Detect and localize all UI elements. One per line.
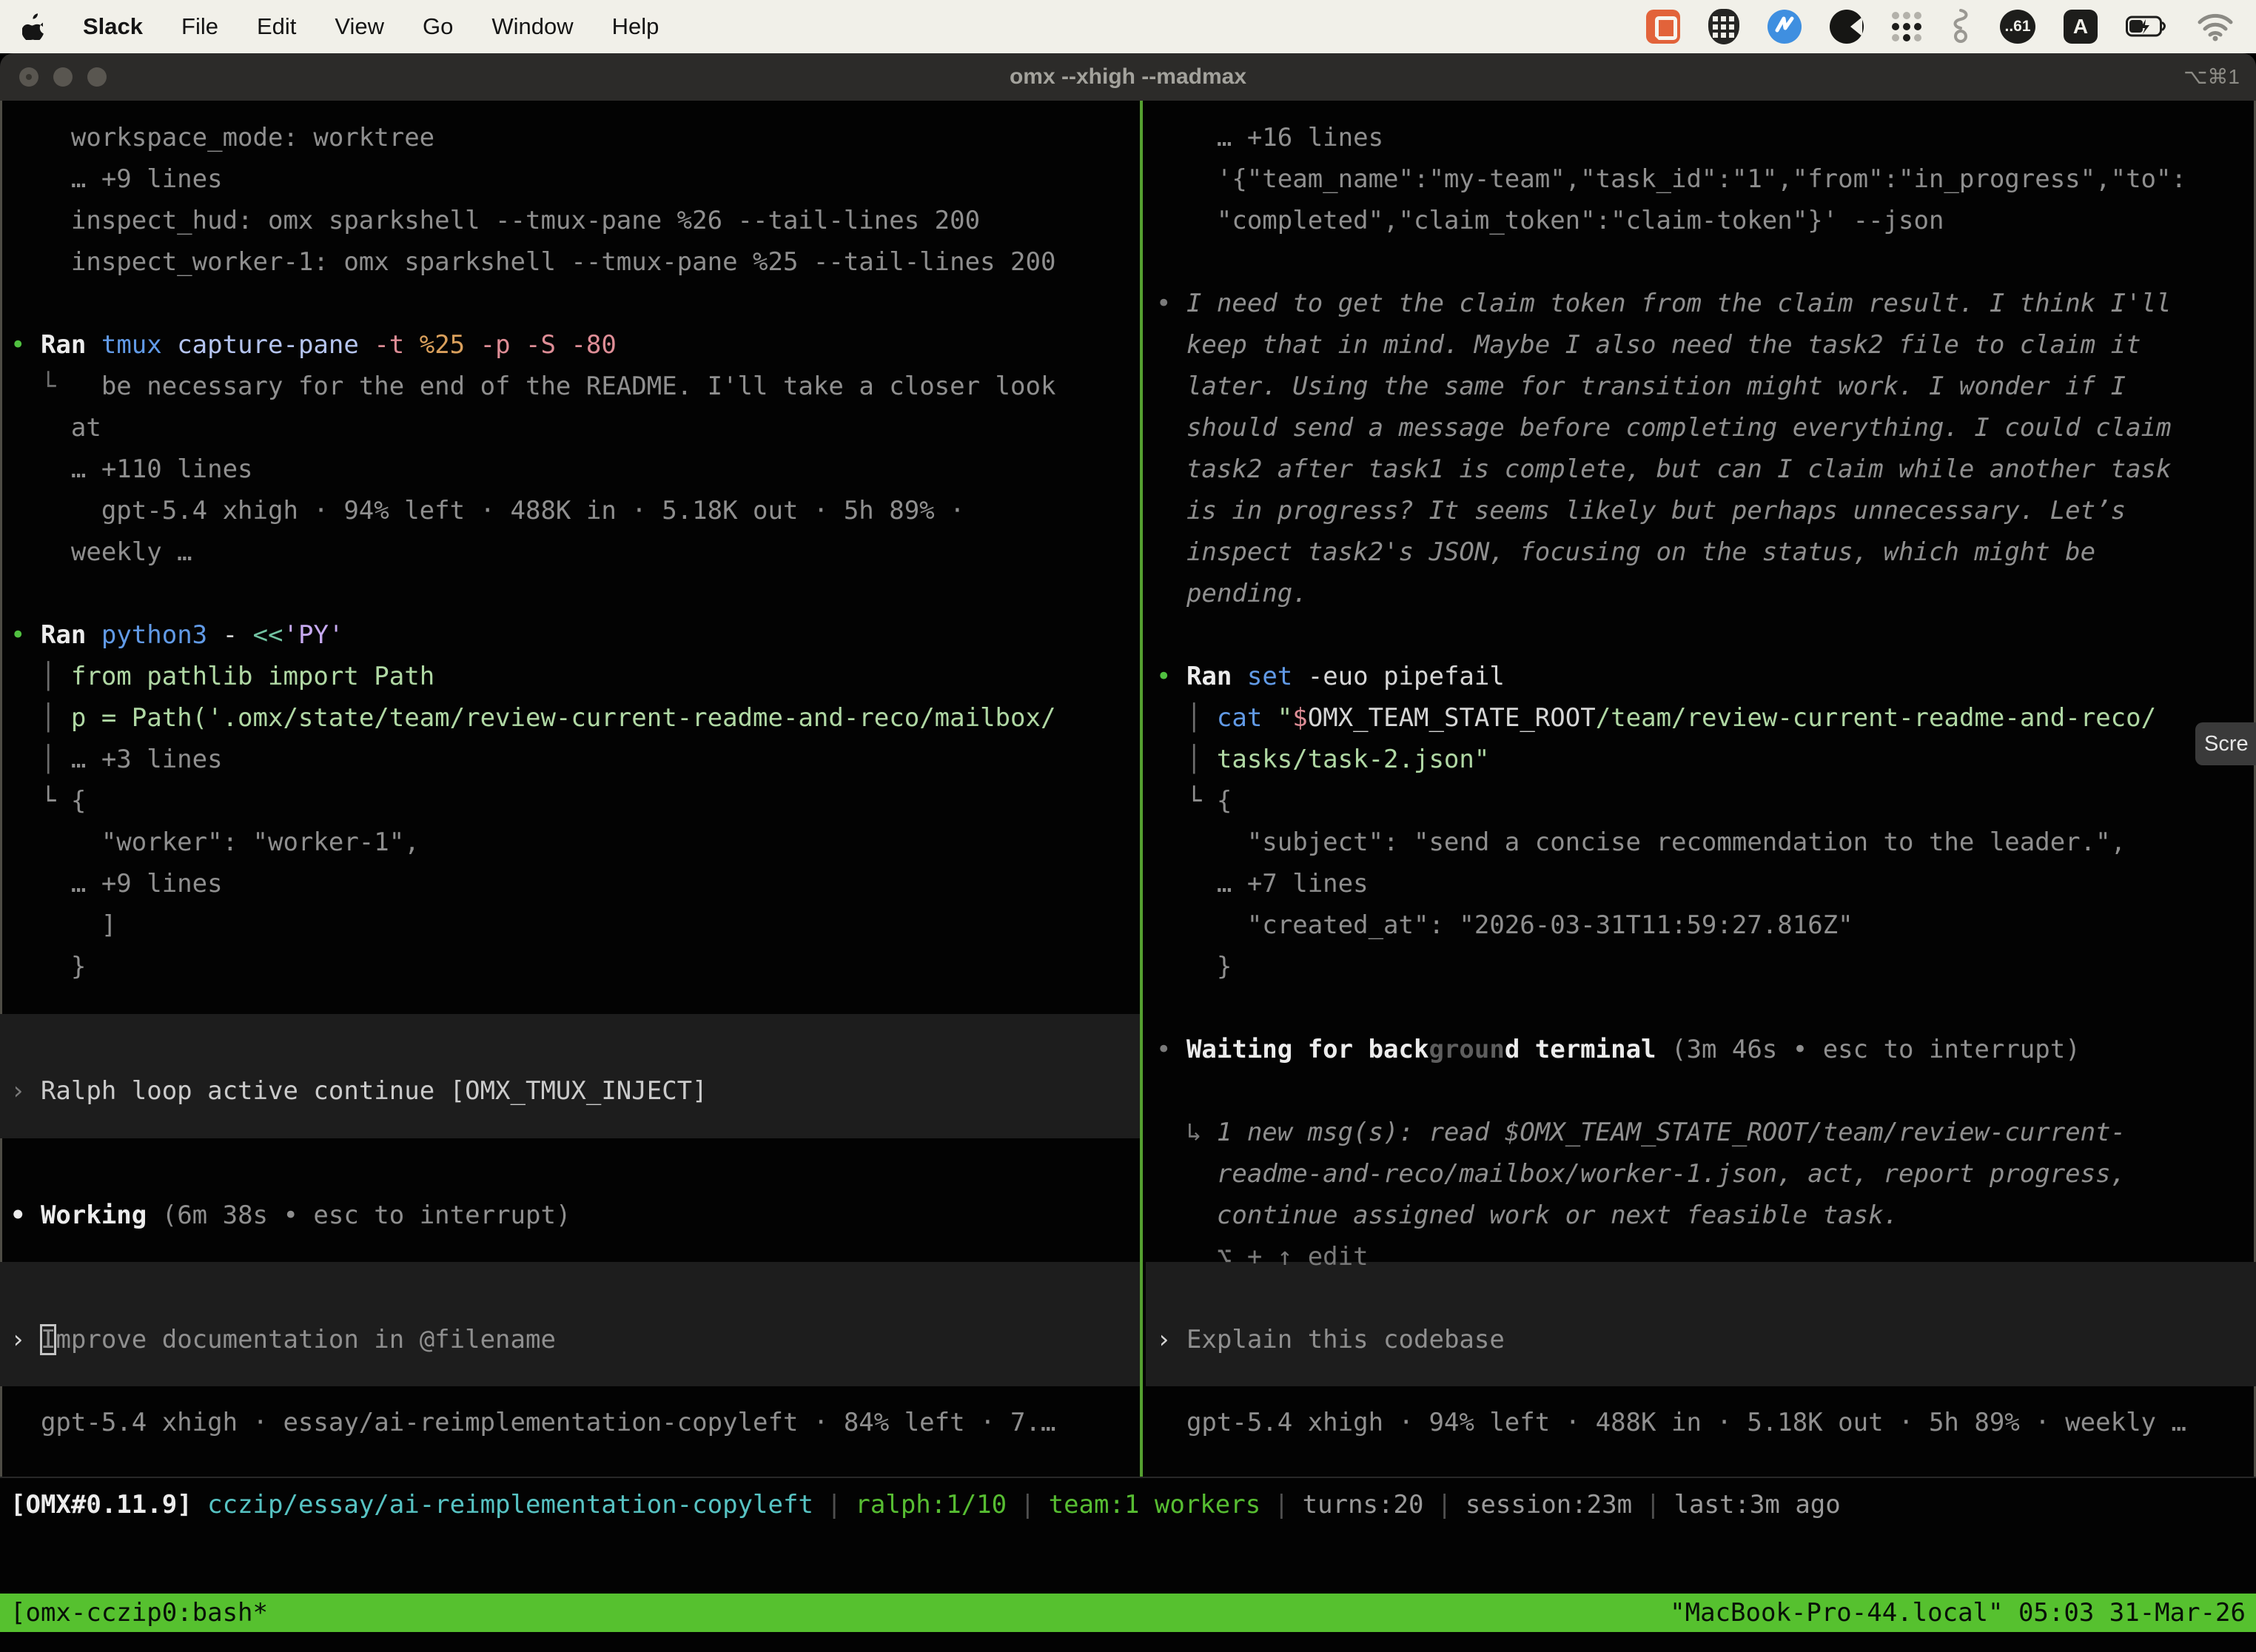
menu-left: Slack File Edit View Go Window Help [22,13,659,40]
menu-status-icons: ..61 A [1646,8,2234,45]
terminal-line: } [1156,946,1232,987]
thinking-text: should send a message before completing … [1156,407,2171,449]
terminal-line: inspect_worker-1: omx sparkshell --tmux-… [10,241,1055,283]
window-title: omx --xhigh --madmax [0,53,2256,101]
message-note: readme-and-reco/mailbox/worker-1.json, a… [1156,1153,2126,1195]
terminal-line: "subject": "send a concise recommendatio… [1156,822,2126,863]
terminal-line: at [10,407,101,449]
terminal-line: │ tasks/task-2.json" [1156,739,1489,780]
terminal-line: } [10,946,86,987]
omx-ralph-count: ralph:1/10 [855,1490,1007,1520]
terminal-line: inspect_hud: omx sparkshell --tmux-pane … [10,200,980,241]
screen-share-overlay[interactable]: Scre [2195,722,2256,765]
thinking-text: • I need to get the claim token from the… [1156,283,2172,324]
terminal-line: "created_at": "2026-03-31T11:59:27.816Z" [1156,904,1853,946]
terminal-line: gpt-5.4 xhigh · 94% left · 488K in · 5.1… [10,490,965,531]
window-titlebar[interactable]: omx --xhigh --madmax ⌥⌘1 [0,53,2256,101]
chat-app-icon-tail [1654,35,1661,42]
omx-version: [OMX#0.11.9] [10,1490,192,1520]
model-status-line: gpt-5.4 xhigh · essay/ai-reimplementatio… [10,1402,1055,1443]
omx-session-path: cczip/essay/ai-reimplementation-copyleft [207,1490,813,1520]
terminal-line: workspace_mode: worktree [10,117,434,158]
terminal-line: └ { [1156,780,1232,822]
working-status: • Working (6m 38s • esc to interrupt) [10,1195,571,1236]
shield-grid-icon[interactable] [1708,9,1739,44]
menu-item-go[interactable]: Go [423,13,453,40]
left-pane[interactable]: workspace_mode: worktree … +9 lines insp… [0,101,1140,1477]
status-separator [0,1477,2256,1478]
ran-python-command: • Ran python3 - <<'PY' [10,614,343,656]
thinking-text: is in progress? It seems likely but perh… [1156,490,2126,531]
terminal-line: │ cat "$OMX_TEAM_STATE_ROOT/team/review-… [1156,697,2156,739]
terminal-line: '{"team_name":"my-team","task_id":"1","f… [1156,158,2186,200]
terminal-line: weekly … [10,531,192,573]
thinking-text: task2 after task1 is complete, but can I… [1156,449,2171,490]
apple-menu-icon[interactable] [22,13,44,40]
thinking-text: inspect task2's JSON, focusing on the st… [1156,531,2095,573]
omx-status-line: [OMX#0.11.9] cczip/essay/ai-reimplementa… [10,1484,1841,1525]
menu-bar: Slack File Edit View Go Window Help ..61 [0,0,2256,53]
message-note: ↳ 1 new msg(s): read $OMX_TEAM_STATE_ROO… [1156,1112,2126,1153]
terminal-line: └ { [10,780,86,822]
terminal-line: … +16 lines [1156,117,1383,158]
screen-share-overlay-label: Scre [2204,732,2249,756]
prompt-input-right-text[interactable]: › Explain this codebase [1156,1319,1505,1360]
omx-last-activity: last:3m ago [1674,1490,1841,1520]
battery-icon[interactable] [2126,16,2169,38]
text-cursor: I [41,1325,56,1354]
omx-team-workers: team:1 workers [1049,1490,1261,1520]
menu-item-edit[interactable]: Edit [257,13,296,40]
thinking-text: keep that in mind. Maybe I also need the… [1156,324,2141,366]
terminal-line: … +7 lines [1156,863,1369,904]
omx-session-time: session:23m [1466,1490,1632,1520]
prompt-input-left-text[interactable]: › Improve documentation in @filename [10,1319,556,1360]
tmux-status-bar: [omx-cczip0:bash* "MacBook-Pro-44.local"… [0,1594,2256,1632]
blue-badge-icon[interactable] [1767,10,1802,44]
terminal-line: "worker": "worker-1", [10,822,420,863]
screen: Slack File Edit View Go Window Help ..61 [0,0,2256,1652]
wifi-icon[interactable] [2197,12,2234,41]
dots-grid-icon[interactable] [1892,12,1921,41]
pane-divider[interactable] [1140,101,1143,1477]
waiting-status: • Waiting for background terminal (3m 46… [1156,1029,2081,1070]
menu-item-view[interactable]: View [335,13,384,40]
inject-banner-text: › Ralph loop active continue [OMX_TMUX_I… [10,1070,708,1112]
count-badge[interactable]: ..61 [2000,10,2035,44]
menu-item-window[interactable]: Window [491,13,573,40]
menu-app-name[interactable]: Slack [83,13,143,40]
terminal-line: │ p = Path('.omx/state/team/review-curre… [10,697,1055,739]
chat-app-icon[interactable] [1646,10,1680,44]
terminal-line: │ from pathlib import Path [10,656,434,697]
omx-turns: turns:20 [1303,1490,1424,1520]
terminal-line: "completed","claim_token":"claim-token"}… [1156,200,1944,241]
edit-shortcut-hint: ⌥ + ↑ edit [1156,1236,1369,1277]
terminal-line: │ … +3 lines [10,739,223,780]
terminal-line: ] [10,904,116,946]
window-shortcut-hint: ⌥⌘1 [2183,53,2240,101]
hook-icon[interactable] [1950,8,1972,45]
terminal-line: … +9 lines [10,158,223,200]
media-circle-icon[interactable] [1830,10,1864,44]
terminal-line: … +9 lines [10,863,223,904]
ran-set-command: • Ran set -euo pipefail [1156,656,1505,697]
a-key-icon[interactable]: A [2064,10,2098,44]
terminal-line: └ be necessary for the end of the README… [10,366,1055,407]
ran-tmux-command: • Ran tmux capture-pane -t %25 -p -S -80 [10,324,617,366]
model-status-line: gpt-5.4 xhigh · 94% left · 488K in · 5.1… [1156,1402,2186,1443]
thinking-text: pending. [1156,573,1308,614]
message-note: continue assigned work or next feasible … [1156,1195,1899,1236]
tmux-session-name: [omx-cczip0:bash* [10,1598,268,1628]
right-pane[interactable]: … +16 lines '{"team_name":"my-team","tas… [1146,101,2256,1477]
tmux-host-clock: "MacBook-Pro-44.local" 05:03 31-Mar-26 [1670,1598,2246,1628]
terminal-line: … +110 lines [10,449,253,490]
menu-item-file[interactable]: File [181,13,218,40]
terminal: workspace_mode: worktree … +9 lines insp… [0,101,2256,1652]
menu-item-help[interactable]: Help [612,13,659,40]
thinking-text: later. Using the same for transition mig… [1156,366,2126,407]
